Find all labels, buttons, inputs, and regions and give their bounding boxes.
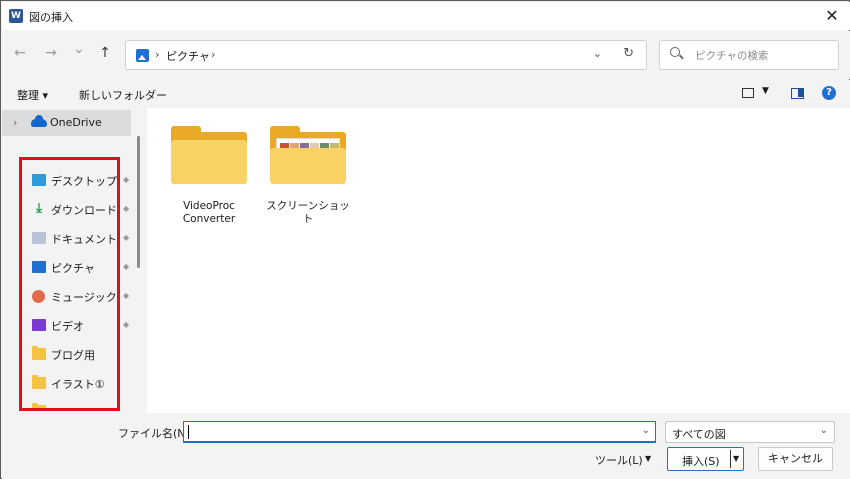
insert-button[interactable]: 挿入(S) ▼: [667, 447, 744, 471]
search-icon: [670, 47, 680, 57]
pin-icon: ◆: [123, 204, 130, 213]
folder-icon: [171, 126, 247, 184]
sidebar-item-label: デスクトップ: [51, 175, 117, 188]
sidebar-item-blog-folder[interactable]: ブログ用: [30, 344, 140, 366]
view-dropdown-icon[interactable]: ▼: [762, 86, 769, 96]
search-placeholder: ピクチャの検索: [695, 50, 769, 62]
sidebar-item-label: ビデオ: [51, 320, 84, 333]
file-list: VideoProc Converter スクリーンショット: [147, 108, 850, 413]
download-icon: ⤓: [36, 201, 42, 216]
sidebar-item-label: ピクチャ: [51, 262, 95, 275]
file-type-value: すべての図: [672, 428, 726, 441]
navigation-bar: ← → ⌄ ↑ › ピクチャ › ⌄ ↻ ピクチャの検索: [2, 31, 850, 79]
cancel-button[interactable]: キャンセル: [758, 447, 833, 471]
command-bar: 整理 ▾ 新しいフォルダー ▼ ?: [2, 80, 850, 108]
folder-name: スクリーンショット: [266, 200, 350, 225]
sidebar-item-music[interactable]: ミュージック ◆: [30, 286, 140, 308]
help-icon[interactable]: ?: [822, 86, 836, 100]
expand-chevron-icon[interactable]: ›: [13, 116, 17, 129]
search-box[interactable]: ピクチャの検索: [659, 40, 839, 70]
organize-button[interactable]: 整理 ▾: [17, 87, 48, 103]
sidebar-item-label: ダウンロード: [51, 204, 117, 217]
breadcrumb-separator-icon[interactable]: ›: [211, 48, 215, 61]
insert-dropdown-icon[interactable]: ▼: [733, 454, 739, 463]
tools-button[interactable]: ツール(L): [595, 452, 643, 468]
pictures-icon: [32, 261, 46, 273]
tools-dropdown-icon[interactable]: ▼: [645, 454, 651, 463]
dialog-footer: ファイル名(N): ⌄ すべての図 ⌄ ツール(L) ▼ 挿入(S) ▼ キャン…: [2, 413, 850, 479]
chevron-down-icon: ⌄: [819, 425, 828, 436]
navigation-pane: › OneDrive デスクトップ ◆ ⤓ ダウンロード ◆ ドキュメント ◆ …: [2, 108, 143, 413]
refresh-icon[interactable]: ↻: [623, 46, 634, 61]
insert-picture-dialog: W 図の挿入 ✕ ← → ⌄ ↑ › ピクチャ › ⌄ ↻ ピクチャの検索 整理…: [0, 0, 850, 479]
sidebar-item-partial[interactable]: [30, 401, 140, 409]
folder-item-videoproc[interactable]: VideoProc Converter: [164, 126, 254, 226]
filename-input[interactable]: ⌄: [183, 421, 656, 443]
recent-locations-chevron-icon[interactable]: ⌄: [70, 41, 88, 57]
documents-icon: [32, 232, 46, 244]
preview-pane-icon[interactable]: [791, 88, 804, 99]
pin-icon: ◆: [123, 320, 130, 329]
breadcrumb-pictures[interactable]: ピクチャ: [166, 48, 210, 64]
file-type-select[interactable]: すべての図 ⌄: [665, 421, 835, 443]
up-arrow-icon[interactable]: ↑: [96, 45, 114, 61]
back-arrow-icon[interactable]: ←: [11, 45, 29, 61]
sidebar-item-pictures[interactable]: ピクチャ ◆: [30, 257, 140, 279]
address-dropdown-icon[interactable]: ⌄: [593, 47, 602, 60]
desktop-icon: [32, 174, 46, 186]
folder-icon: [32, 375, 46, 389]
pictures-location-icon: [136, 49, 149, 62]
sidebar-item-videos[interactable]: ビデオ ◆: [30, 315, 140, 337]
music-icon: [32, 290, 45, 303]
sidebar-item-desktop[interactable]: デスクトップ ◆: [30, 170, 140, 192]
pin-icon: ◆: [123, 262, 130, 271]
folder-icon: [32, 403, 46, 409]
videos-icon: [32, 319, 46, 331]
view-options-icon[interactable]: [742, 88, 754, 98]
insert-button-label: 挿入(S): [682, 455, 720, 468]
address-bar[interactable]: › ピクチャ › ⌄ ↻: [125, 40, 647, 70]
breadcrumb-separator-icon[interactable]: ›: [155, 48, 159, 61]
dialog-title: 図の挿入: [29, 11, 73, 24]
sidebar-item-onedrive[interactable]: › OneDrive: [2, 110, 131, 136]
sidebar-item-label: OneDrive: [50, 116, 102, 129]
sidebar-item-documents[interactable]: ドキュメント ◆: [30, 228, 140, 250]
pin-icon: ◆: [123, 233, 130, 242]
sidebar-item-label: ドキュメント: [51, 233, 117, 246]
close-icon[interactable]: ✕: [822, 6, 842, 26]
sidebar-item-label: ブログ用: [51, 349, 95, 362]
title-bar: W 図の挿入 ✕: [2, 2, 850, 30]
sidebar-item-label: イラスト①: [51, 378, 105, 391]
word-app-icon: W: [9, 9, 23, 23]
folder-with-images-icon: [270, 126, 346, 184]
split-divider: [730, 450, 731, 468]
folder-item-screenshots[interactable]: スクリーンショット: [263, 126, 353, 226]
onedrive-cloud-icon: [31, 115, 47, 127]
text-caret: [188, 425, 189, 439]
sidebar-item-label: ミュージック: [51, 291, 117, 304]
sidebar-item-illust-folder[interactable]: イラスト①: [30, 373, 140, 395]
pin-icon: ◆: [123, 175, 130, 184]
forward-arrow-icon[interactable]: →: [42, 45, 60, 61]
sidebar-item-downloads[interactable]: ⤓ ダウンロード ◆: [30, 199, 140, 221]
filename-dropdown-icon[interactable]: ⌄: [642, 425, 650, 436]
pin-icon: ◆: [123, 291, 130, 300]
folder-name: VideoProc Converter: [182, 200, 236, 225]
new-folder-button[interactable]: 新しいフォルダー: [79, 87, 167, 103]
folder-icon: [32, 346, 46, 360]
